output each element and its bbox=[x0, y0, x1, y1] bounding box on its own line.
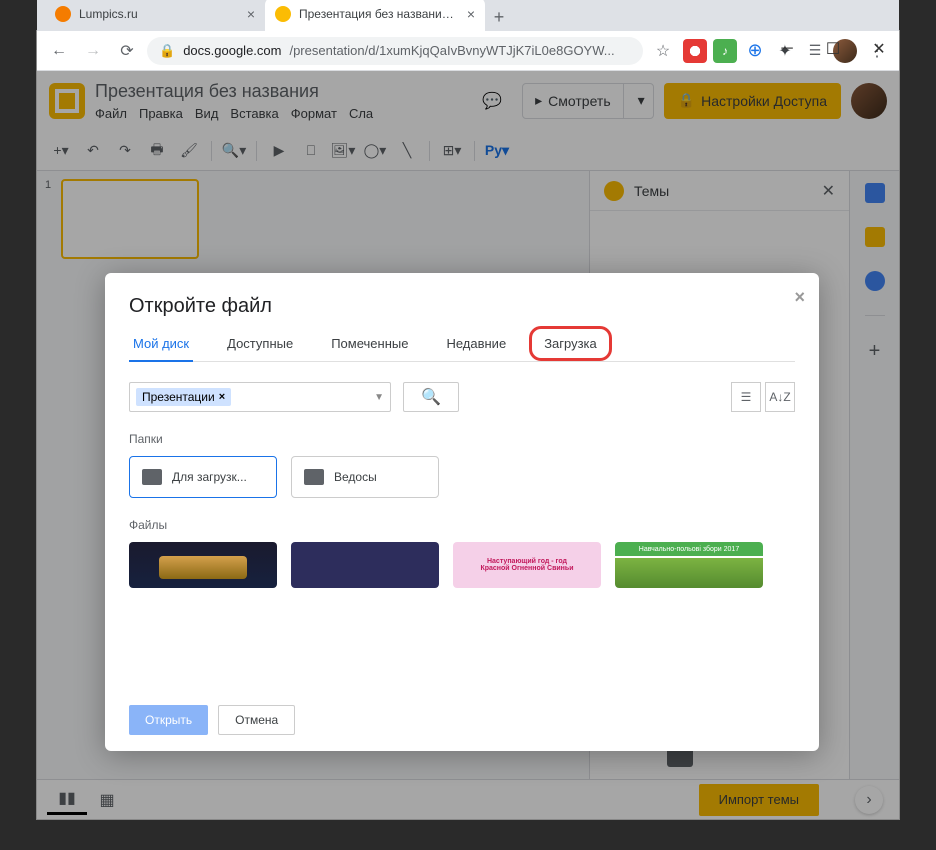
close-dialog-icon[interactable]: × bbox=[794, 287, 805, 308]
filter-input[interactable]: Презентации× ▼ bbox=[129, 382, 391, 412]
favicon-icon bbox=[275, 6, 291, 22]
extension-icon[interactable]: ♪ bbox=[713, 39, 737, 63]
tab-recent[interactable]: Недавние bbox=[442, 336, 510, 361]
filter-chip[interactable]: Презентации× bbox=[136, 388, 231, 406]
list-view-button[interactable]: ☰ bbox=[731, 382, 761, 412]
file-item[interactable] bbox=[129, 542, 277, 588]
folders-label: Папки bbox=[129, 432, 795, 446]
lock-icon: 🔒 bbox=[159, 43, 175, 59]
tab-label: Презентация без названия - Go bbox=[299, 7, 459, 21]
cancel-button[interactable]: Отмена bbox=[218, 705, 295, 735]
extension-icon[interactable] bbox=[683, 39, 707, 63]
search-button[interactable]: 🔍 bbox=[403, 382, 459, 412]
remove-chip-icon[interactable]: × bbox=[219, 391, 225, 403]
file-item[interactable]: Наступающий год - год Красной Огненной С… bbox=[453, 542, 601, 588]
tab-upload[interactable]: Загрузка bbox=[540, 336, 601, 361]
maximize-icon[interactable]: ☐ bbox=[819, 35, 847, 63]
browser-tab-lumpics[interactable]: Lumpics.ru × bbox=[45, 0, 265, 31]
extension-icon[interactable]: ⊕ bbox=[743, 39, 767, 63]
tab-my-drive[interactable]: Мой диск bbox=[129, 336, 193, 361]
favicon-icon bbox=[55, 6, 71, 22]
new-tab-button[interactable]: + bbox=[485, 3, 513, 31]
close-icon[interactable]: × bbox=[247, 6, 255, 22]
tab-label: Lumpics.ru bbox=[79, 7, 239, 21]
file-item[interactable] bbox=[291, 542, 439, 588]
address-bar[interactable]: 🔒 docs.google.com/presentation/d/1xumKjq… bbox=[147, 37, 643, 65]
open-button[interactable]: Открыть bbox=[129, 705, 208, 735]
folder-item[interactable]: Для загрузк... bbox=[129, 456, 277, 498]
tab-shared[interactable]: Доступные bbox=[223, 336, 297, 361]
open-file-dialog: × Откройте файл Мой диск Доступные Помеч… bbox=[105, 273, 819, 751]
minimize-icon[interactable]: ─ bbox=[773, 35, 801, 63]
close-window-icon[interactable]: ✕ bbox=[865, 35, 893, 63]
browser-tab-slides[interactable]: Презентация без названия - Go × bbox=[265, 0, 485, 31]
tab-starred[interactable]: Помеченные bbox=[327, 336, 412, 361]
star-icon[interactable]: ☆ bbox=[649, 37, 677, 65]
shared-folder-icon bbox=[304, 469, 324, 485]
dropdown-icon[interactable]: ▼ bbox=[374, 392, 384, 403]
files-label: Файлы bbox=[129, 518, 795, 532]
sort-button[interactable]: A↓Z bbox=[765, 382, 795, 412]
back-button[interactable]: ← bbox=[45, 37, 73, 65]
forward-button[interactable]: → bbox=[79, 37, 107, 65]
url-host: docs.google.com bbox=[183, 43, 281, 58]
close-icon[interactable]: × bbox=[467, 6, 475, 22]
dialog-title: Откройте файл bbox=[129, 295, 795, 318]
reload-button[interactable]: ⟳ bbox=[113, 37, 141, 65]
file-item[interactable]: Навчально-польові збори 2017 bbox=[615, 542, 763, 588]
folder-item[interactable]: Ведосы bbox=[291, 456, 439, 498]
folder-icon bbox=[142, 469, 162, 485]
url-path: /presentation/d/1xumKjqQaIvBvnyWTJjK7iL0… bbox=[289, 43, 614, 58]
